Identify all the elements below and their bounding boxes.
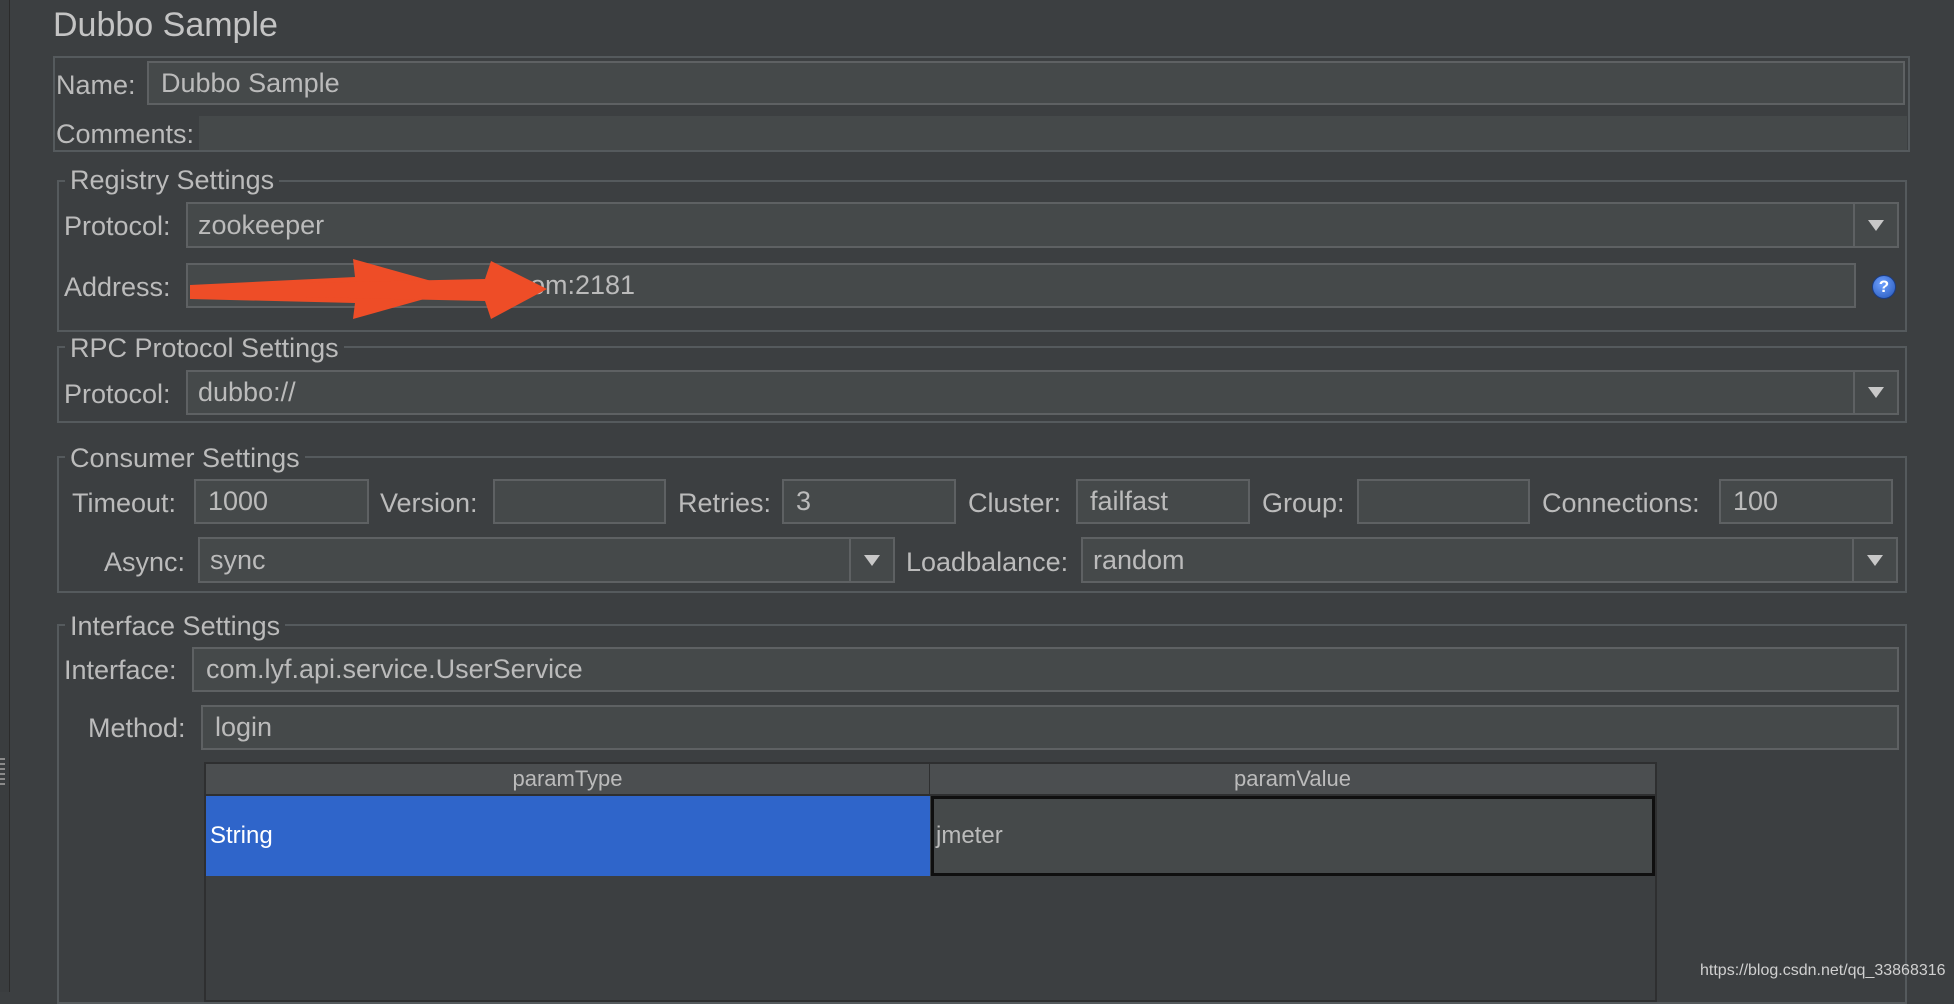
cluster-label: Cluster: xyxy=(968,488,1062,518)
loadbalance-value: random xyxy=(1093,544,1185,575)
chevron-down-icon xyxy=(1868,219,1884,231)
registry-protocol-select[interactable]: zookeeper xyxy=(186,202,1899,248)
params-table: paramType paramValue String jmeter xyxy=(204,762,1657,1002)
async-value: sync xyxy=(210,544,266,575)
registry-address-label: Address: xyxy=(64,272,171,302)
arrow-shape-2 xyxy=(305,261,547,319)
timeout-label: Timeout: xyxy=(72,488,177,518)
rpc-protocol-select[interactable]: dubbo:// xyxy=(186,370,1899,415)
group-label: Group: xyxy=(1262,488,1345,518)
group-input[interactable] xyxy=(1357,479,1530,524)
consumer-settings-legend: Consumer Settings xyxy=(65,445,305,472)
column-header-paramtype[interactable]: paramType xyxy=(206,764,930,796)
version-input[interactable] xyxy=(493,479,666,524)
registry-protocol-value: zookeeper xyxy=(198,209,325,240)
redaction-arrow-annotation xyxy=(190,259,547,319)
left-gutter xyxy=(0,0,10,992)
chevron-down-icon xyxy=(1868,387,1884,398)
rpc-protocol-dropdown-button[interactable] xyxy=(1853,372,1897,413)
chevron-down-icon xyxy=(1867,554,1883,566)
async-select[interactable]: sync xyxy=(198,537,895,583)
registry-protocol-label: Protocol: xyxy=(64,211,171,241)
connections-input[interactable]: 100 xyxy=(1719,479,1893,524)
drag-handle[interactable] xyxy=(0,758,5,788)
registry-protocol-dropdown-button[interactable] xyxy=(1853,204,1897,246)
rpc-protocol-settings-legend: RPC Protocol Settings xyxy=(65,335,344,362)
interface-input[interactable]: com.lyf.api.service.UserService xyxy=(192,647,1899,692)
table-cell-paramtype[interactable]: String xyxy=(206,796,930,876)
rpc-protocol-label: Protocol: xyxy=(64,379,171,409)
chevron-down-icon xyxy=(864,554,880,566)
comments-label: Comments: xyxy=(56,119,195,149)
comments-input[interactable] xyxy=(199,116,1907,150)
loadbalance-label: Loadbalance: xyxy=(906,547,1069,577)
rpc-protocol-value: dubbo:// xyxy=(198,377,296,407)
cluster-input[interactable]: failfast xyxy=(1076,479,1250,524)
help-icon[interactable]: ? xyxy=(1872,275,1896,299)
connections-label: Connections: xyxy=(1542,488,1700,518)
registry-settings-legend: Registry Settings xyxy=(65,167,280,194)
loadbalance-select[interactable]: random xyxy=(1081,537,1898,583)
retries-input[interactable]: 3 xyxy=(782,479,956,524)
async-dropdown-button[interactable] xyxy=(849,539,893,581)
interface-label: Interface: xyxy=(64,655,177,685)
version-label: Version: xyxy=(380,488,478,518)
column-header-paramvalue[interactable]: paramValue xyxy=(930,764,1655,796)
name-input[interactable]: Dubbo Sample xyxy=(147,61,1905,105)
retries-label: Retries: xyxy=(678,488,772,518)
watermark-text: https://blog.csdn.net/qq_33868316 xyxy=(1700,962,1946,979)
method-label: Method: xyxy=(88,713,186,743)
page-title: Dubbo Sample xyxy=(53,6,278,44)
interface-settings-legend: Interface Settings xyxy=(65,613,286,640)
table-cell-paramvalue[interactable]: jmeter xyxy=(931,796,1655,876)
name-label: Name: xyxy=(56,70,136,100)
method-input[interactable]: login xyxy=(201,705,1899,750)
async-label: Async: xyxy=(104,547,186,577)
loadbalance-dropdown-button[interactable] xyxy=(1852,539,1896,581)
timeout-input[interactable]: 1000 xyxy=(194,479,369,524)
